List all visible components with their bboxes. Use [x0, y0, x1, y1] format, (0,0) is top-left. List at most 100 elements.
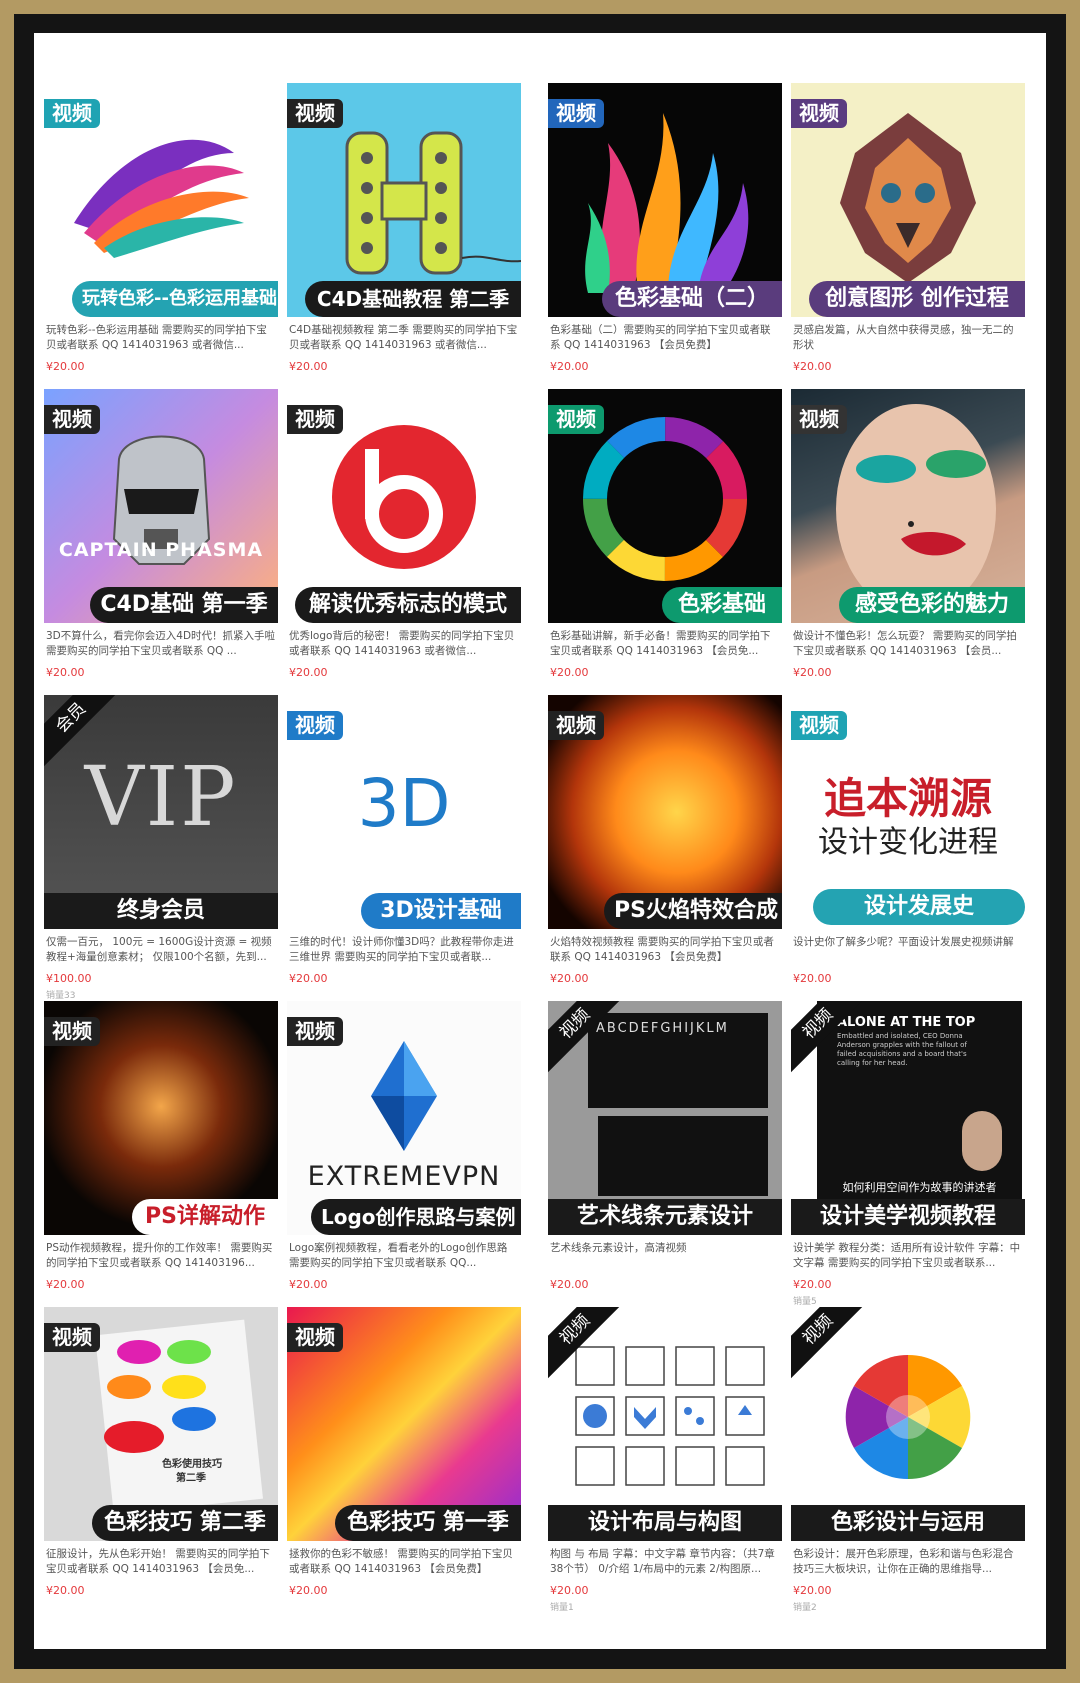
product-thumbnail[interactable]: 视频 创意图形 创作过程 — [791, 83, 1025, 317]
product-thumbnail[interactable]: 视频 感受色彩的魅力 — [791, 389, 1025, 623]
product-thumbnail[interactable]: 视频 解读优秀标志的模式 — [287, 389, 521, 623]
product-thumbnail[interactable]: 视频 PS火焰特效合成 — [548, 695, 782, 929]
product-price: ¥20.00 — [550, 972, 589, 985]
portrait-shape — [962, 1111, 1002, 1171]
product-card[interactable]: 视频 设计布局与构图 构图 与 布局 字幕：中文字幕 章节内容：（共7章38个节… — [548, 1307, 782, 1613]
product-card[interactable]: 视频 色彩技巧 第一季 拯救你的色彩不敏感！ 需要购买的同学拍下宝贝或者联系 Q… — [287, 1307, 521, 1613]
product-thumbnail[interactable]: 视频 色彩基础（二） — [548, 83, 782, 317]
sales-count: 销量1 — [550, 1603, 574, 1613]
product-price: ¥20.00 — [46, 1278, 85, 1291]
product-card[interactable]: 追本溯源 设计变化进程 视频 设计发展史 设计史你了解多少呢？平面设计发展史视频… — [791, 695, 1025, 1001]
can-label-season: 第二季 — [176, 1473, 206, 1484]
video-badge: 视频 — [548, 405, 604, 434]
video-badge: 视频 — [287, 1017, 343, 1046]
product-description: 3D不算什么，看完你会迈入4D时代！抓紧入手啦 需要购买的同学拍下宝贝或者联系 … — [46, 630, 276, 657]
product-card[interactable]: CAPTAIN PHASMA 视频 C4D基础 第一季 3D不算什么，看完你会迈… — [44, 389, 278, 695]
product-card[interactable]: 视频 PS详解动作 PS动作视频教程，提升你的工作效率！ 需要购买的同学拍下宝贝… — [44, 1001, 278, 1307]
product-price: ¥20.00 — [793, 666, 832, 679]
poster-body: Embattled and isolated, CEO Donna Anders… — [837, 1032, 967, 1067]
product-title-banner: 色彩设计与运用 — [791, 1505, 1025, 1541]
product-description: 拯救你的色彩不敏感！ 需要购买的同学拍下宝贝或者联系 QQ 1414031963… — [289, 1548, 513, 1575]
product-thumbnail[interactable]: EXTREMEVPN 视频 Logo创作思路与案例 — [287, 1001, 521, 1235]
video-badge: 视频 — [548, 99, 604, 128]
sales-count: 销量33 — [46, 991, 76, 1001]
product-card[interactable]: 视频 感受色彩的魅力 做设计不懂色彩！怎么玩耍？ 需要购买的同学拍下宝贝或者联系… — [791, 389, 1025, 695]
product-price: ¥20.00 — [289, 972, 328, 985]
product-price: ¥20.00 — [550, 360, 589, 373]
product-card[interactable]: 视频 玩转色彩--色彩运用基础 玩转色彩--色彩运用基础 需要购买的同学拍下宝贝… — [44, 83, 278, 389]
video-badge: 视频 — [791, 405, 847, 434]
product-card[interactable]: ABCDEFGHIJKLM 视频 艺术线条元素设计 艺术线条元素设计，高清视频 … — [548, 1001, 782, 1307]
product-card[interactable]: 视频 色彩基础（二） 色彩基础（二）需要购买的同学拍下宝贝或者联系 QQ 141… — [548, 83, 782, 389]
product-description: 征服设计，先从色彩开始！ 需要购买的同学拍下宝贝或者联系 QQ 14140319… — [46, 1548, 270, 1575]
product-description: 玩转色彩--色彩运用基础 需要购买的同学拍下宝贝或者联系 QQ 14140319… — [46, 324, 267, 351]
product-card[interactable]: ALONE AT THE TOP Embattled and isolated,… — [791, 1001, 1025, 1307]
product-price: ¥20.00 — [46, 360, 85, 373]
product-description: 设计史你了解多少呢？平面设计发展史视频讲解 — [793, 936, 1014, 948]
product-card[interactable]: 色彩使用技巧 第二季 视频 色彩技巧 第二季 征服设计，先从色彩开始！ 需要购买… — [44, 1307, 278, 1613]
product-description: 色彩基础讲解，新手必备！需要购买的同学拍下宝贝或者联系 QQ 141403196… — [550, 630, 771, 657]
product-price: ¥20.00 — [289, 1584, 328, 1597]
screenshot-panel: ABCDEFGHIJKLM — [588, 1013, 768, 1108]
video-badge: 视频 — [44, 405, 100, 434]
product-thumbnail[interactable]: VIP 会员 终身会员 — [44, 695, 278, 929]
product-thumbnail[interactable]: CAPTAIN PHASMA 视频 C4D基础 第一季 — [44, 389, 278, 623]
product-title-banner: C4D基础教程 第二季 — [305, 281, 521, 317]
can-label: 色彩使用技巧 — [162, 1459, 222, 1470]
product-price: ¥100.00 — [46, 972, 92, 985]
product-thumbnail[interactable]: 色彩使用技巧 第二季 视频 色彩技巧 第二季 — [44, 1307, 278, 1541]
video-badge: 视频 — [287, 405, 343, 434]
product-card[interactable]: EXTREMEVPN 视频 Logo创作思路与案例 Logo案例视频教程，看看老… — [287, 1001, 521, 1307]
video-badge: 视频 — [44, 1323, 100, 1352]
product-price: ¥20.00 — [550, 1278, 589, 1291]
product-title-banner: 解读优秀标志的模式 — [295, 587, 521, 623]
product-thumbnail[interactable]: 视频 色彩设计与运用 — [791, 1307, 1025, 1541]
product-card[interactable]: 视频 色彩设计与运用 色彩设计：展开色彩原理，色彩和谐与色彩混合技巧三大板块识，… — [791, 1307, 1025, 1613]
product-card[interactable]: VIP 会员 终身会员 仅需一百元， 100元 = 1600G设计资源 = 视频… — [44, 695, 278, 1001]
product-description: 设计美学 教程分类：适用所有设计软件 字幕：中文字幕 需要购买的同学拍下宝贝或者… — [793, 1242, 1021, 1269]
product-card[interactable]: 3D 视频 3D设计基础 三维的时代！设计师你懂3D吗？此教程带你走进三维世界 … — [287, 695, 521, 1001]
video-badge: 视频 — [287, 711, 343, 740]
product-thumbnail[interactable]: ALONE AT THE TOP Embattled and isolated,… — [791, 1001, 1025, 1235]
product-description: 灵感启发篇，从大自然中获得灵感，独一无二的形状 — [793, 324, 1014, 351]
product-price: ¥20.00 — [793, 1584, 832, 1597]
product-thumbnail[interactable]: 视频 C4D基础教程 第二季 — [287, 83, 521, 317]
product-thumbnail[interactable]: ABCDEFGHIJKLM 视频 艺术线条元素设计 — [548, 1001, 782, 1235]
product-card[interactable]: 视频 C4D基础教程 第二季 C4D基础视频教程 第二季 需要购买的同学拍下宝贝… — [287, 83, 521, 389]
product-title-banner: 艺术线条元素设计 — [548, 1199, 782, 1235]
video-badge: 视频 — [791, 99, 847, 128]
product-description: 艺术线条元素设计，高清视频 — [550, 1242, 687, 1254]
art-subheadline: 设计变化进程 — [818, 825, 998, 860]
video-badge: 视频 — [791, 711, 847, 740]
product-price: ¥20.00 — [793, 972, 832, 985]
product-card[interactable]: 视频 创意图形 创作过程 灵感启发篇，从大自然中获得灵感，独一无二的形状 ¥20… — [791, 83, 1025, 389]
product-title-banner: 设计美学视频教程 — [791, 1199, 1025, 1235]
product-thumbnail[interactable]: 视频 PS详解动作 — [44, 1001, 278, 1235]
product-thumbnail[interactable]: 视频 色彩基础 — [548, 389, 782, 623]
product-card[interactable]: 视频 解读优秀标志的模式 优秀logo背后的秘密！ 需要购买的同学拍下宝贝或者联… — [287, 389, 521, 695]
product-title-banner: 3D设计基础 — [361, 893, 521, 929]
product-thumbnail[interactable]: 3D 视频 3D设计基础 — [287, 695, 521, 929]
product-thumbnail[interactable]: 视频 设计布局与构图 — [548, 1307, 782, 1541]
video-badge: 视频 — [548, 711, 604, 740]
product-title-banner: 色彩技巧 第二季 — [92, 1505, 278, 1541]
product-grid: 视频 玩转色彩--色彩运用基础 玩转色彩--色彩运用基础 需要购买的同学拍下宝贝… — [34, 33, 1046, 1649]
product-price: ¥20.00 — [793, 360, 832, 373]
line-alphabet-text: ABCDEFGHIJKLM — [596, 1021, 729, 1036]
product-description: 色彩基础（二）需要购买的同学拍下宝贝或者联系 QQ 1414031963 【会员… — [550, 324, 771, 351]
product-thumbnail[interactable]: 视频 玩转色彩--色彩运用基础 — [44, 83, 278, 317]
product-description: 优秀logo背后的秘密！ 需要购买的同学拍下宝贝或者联系 QQ 14140319… — [289, 630, 515, 657]
product-thumbnail[interactable]: 视频 色彩技巧 第一季 — [287, 1307, 521, 1541]
vip-text: VIP — [84, 750, 238, 845]
screenshot-panel — [598, 1116, 768, 1196]
product-price: ¥20.00 — [550, 1584, 589, 1597]
product-card[interactable]: 视频 色彩基础 色彩基础讲解，新手必备！需要购买的同学拍下宝贝或者联系 QQ 1… — [548, 389, 782, 695]
product-title-banner: 玩转色彩--色彩运用基础 — [72, 281, 278, 317]
product-thumbnail[interactable]: 追本溯源 设计变化进程 视频 设计发展史 — [791, 695, 1025, 929]
product-card[interactable]: 视频 PS火焰特效合成 火焰特效视频教程 需要购买的同学拍下宝贝或者联系 QQ … — [548, 695, 782, 1001]
video-badge: 视频 — [287, 99, 343, 128]
product-title-banner: C4D基础 第一季 — [90, 587, 278, 623]
product-grid-page: 视频 玩转色彩--色彩运用基础 玩转色彩--色彩运用基础 需要购买的同学拍下宝贝… — [34, 33, 1046, 1649]
product-title-banner: 感受色彩的魅力 — [839, 587, 1025, 623]
product-description: 做设计不懂色彩！怎么玩耍？ 需要购买的同学拍下宝贝或者联系 QQ 1414031… — [793, 630, 1017, 657]
